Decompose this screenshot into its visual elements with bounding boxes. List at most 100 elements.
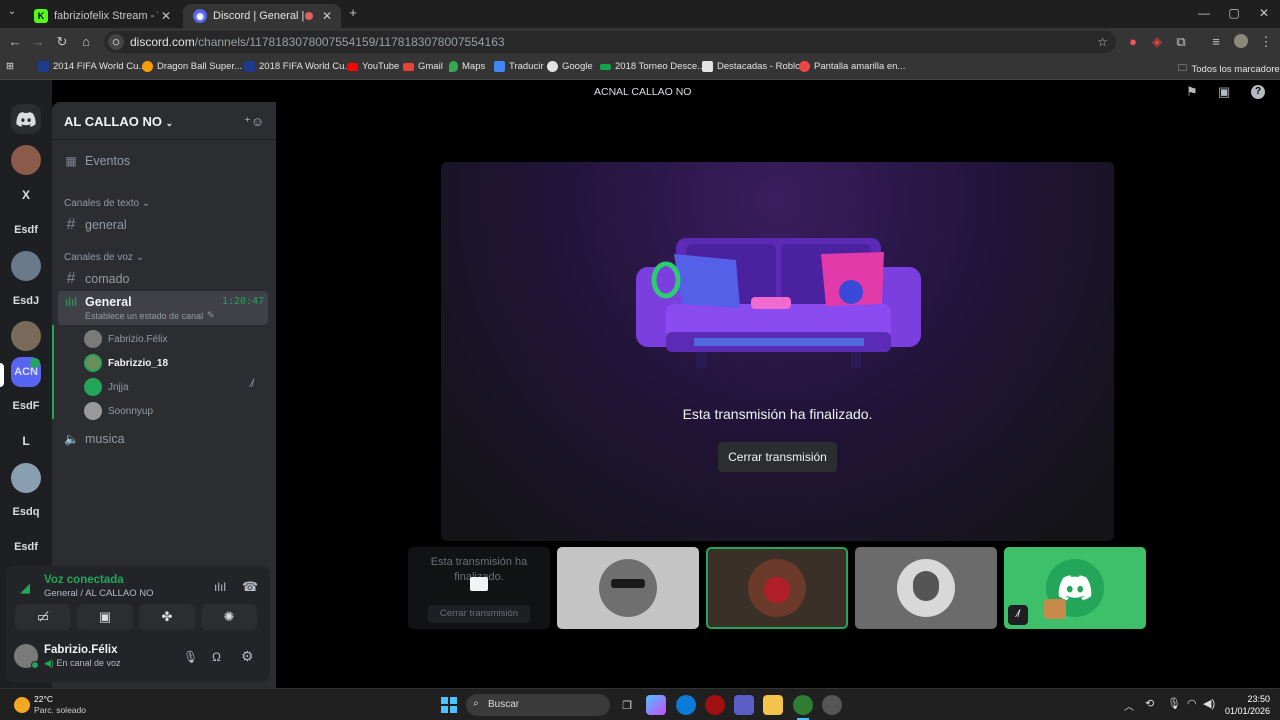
edge-icon[interactable] (676, 695, 696, 715)
apps-grid-icon[interactable]: ⊞ (6, 61, 14, 72)
server-avatar[interactable] (11, 251, 41, 281)
site-info-icon[interactable]: ⛭ (108, 34, 124, 50)
category-text[interactable]: Canales de texto ⌄ (64, 198, 150, 209)
participant-tile-speaking[interactable] (706, 547, 848, 629)
mini-stream-tile[interactable]: Esta transmisión ha finalizado. Cerrar t… (408, 547, 550, 629)
pencil-icon[interactable]: ✎ (207, 310, 215, 321)
bookmark-item[interactable]: 2014 FIFA World Cu... (38, 61, 146, 72)
reload-icon[interactable]: ↻ (53, 34, 71, 50)
tray-app-icon[interactable]: ⟲ (1145, 697, 1154, 710)
invite-user-icon[interactable]: ⁺☺ (244, 114, 264, 130)
discord-home-icon[interactable] (11, 104, 41, 134)
inbox-icon[interactable]: ▣ (1218, 84, 1230, 100)
soundboard-button[interactable]: ✺ (201, 604, 257, 630)
voice-location[interactable]: General / AL CALLAO NO (44, 588, 153, 599)
server-avatar[interactable] (11, 463, 41, 493)
flag-icon[interactable]: ⚑ (1186, 84, 1198, 100)
close-stream-button[interactable]: Cerrar transmisión (718, 442, 837, 472)
maximize-icon[interactable]: ▢ (1224, 6, 1244, 20)
activities-button[interactable]: ✤ (139, 604, 195, 630)
username[interactable]: Fabrizio.Félix (44, 644, 118, 656)
tab-close-icon[interactable]: ✕ (319, 9, 335, 23)
bookmark-item[interactable]: YouTube (347, 61, 399, 72)
copilot-icon[interactable] (646, 695, 666, 715)
voice-user[interactable]: Fabrizzio_18 (84, 354, 168, 372)
headphones-icon[interactable]: Ω (212, 650, 221, 664)
bookmark-item[interactable]: Dragon Ball Super... (142, 61, 242, 72)
home-icon[interactable]: ⌂ (77, 34, 95, 49)
noise-suppression-icon[interactable]: ılıl (214, 580, 226, 594)
channel-status[interactable]: Establece un estado de canal (85, 311, 203, 321)
voice-user[interactable]: Jnjja (84, 378, 129, 396)
volume-icon[interactable]: ◀) (1203, 697, 1215, 710)
chrome-icon[interactable] (793, 695, 813, 715)
window-close-icon[interactable]: ✕ (1254, 6, 1274, 20)
file-explorer-icon[interactable] (763, 695, 783, 715)
server-header[interactable]: AL CALLAO NO ⌄ (52, 102, 276, 140)
channel-general-text[interactable]: # general (64, 216, 127, 234)
bookmark-item[interactable]: Destacadas - Roblox (702, 61, 805, 72)
tab-discord[interactable]: ◉ Discord | General | AL CALL... ✕ (183, 4, 341, 28)
teams-icon[interactable] (734, 695, 754, 715)
server-l[interactable]: L (11, 426, 41, 456)
help-icon[interactable]: ? (1251, 85, 1265, 99)
server-avatar[interactable] (11, 321, 41, 351)
clock-time[interactable]: 23:50 (1238, 694, 1270, 704)
chrome-menu-icon[interactable]: ⋮ (1257, 34, 1275, 50)
bookmark-item[interactable]: 2018 FIFA World Cu... (244, 61, 352, 72)
events-item[interactable]: ▦ Eventos (64, 154, 130, 168)
disconnect-icon[interactable]: ☎ (242, 579, 258, 595)
wifi-icon[interactable]: ◠ (1187, 697, 1197, 710)
settings-gear-icon[interactable]: ⚙ (241, 648, 254, 665)
tray-chevron-icon[interactable]: ︿ (1124, 698, 1134, 713)
address-bar[interactable]: ⛭ discord.com /channels/1178183078007554… (104, 31, 1116, 53)
category-voice[interactable]: Canales de voz ⌄ (64, 252, 144, 263)
bookmark-item[interactable]: 2018 Torneo Desce... (600, 61, 705, 72)
server-esdf3[interactable]: Esdf (11, 532, 41, 562)
mini-close-button[interactable]: Cerrar transmisión (428, 605, 530, 623)
forward-icon[interactable]: → (29, 34, 47, 49)
connection-signal-icon[interactable]: ◢ (20, 580, 30, 596)
tray-mic-icon[interactable]: 🎙 (1167, 697, 1181, 710)
extension-fire-icon[interactable]: ● (1124, 34, 1142, 49)
server-esdf[interactable]: Esdf (11, 215, 41, 245)
app-icon[interactable] (822, 695, 842, 715)
voice-user[interactable]: Soonnyup (84, 402, 153, 420)
new-tab-button[interactable]: + (344, 5, 362, 20)
server-avatar[interactable] (11, 145, 41, 175)
microphone-icon[interactable]: 🎙 (183, 650, 198, 664)
participant-tile[interactable]: ⁄̸ (1004, 547, 1146, 629)
bookmark-item[interactable]: Pantalla amarilla en... (799, 61, 905, 72)
tab-kick-stream[interactable]: K fabriziofelix Stream - Watch Liv... ✕ (24, 4, 180, 28)
channel-musica[interactable]: 🔈 musica (64, 432, 125, 446)
extension-shield-icon[interactable]: ◈ (1148, 34, 1166, 50)
taskbar-search[interactable]: ⌕ Buscar (466, 694, 610, 716)
minimize-icon[interactable]: — (1194, 6, 1214, 20)
tab-search-icon[interactable]: ⌄ (3, 6, 21, 17)
clock-date[interactable]: 01/01/2026 (1222, 706, 1270, 716)
server-esdj[interactable]: EsdJ (11, 286, 41, 316)
all-bookmarks[interactable]: 🗀 Todos los marcadores (1178, 61, 1280, 77)
bookmark-star-icon[interactable]: ☆ (1097, 35, 1108, 49)
task-view-icon[interactable]: ❐ (617, 695, 637, 715)
screen-share-button[interactable]: ▣ (77, 604, 133, 630)
channel-comado[interactable]: # comado (64, 270, 130, 288)
media-control-icon[interactable]: ≡ (1207, 34, 1225, 49)
channel-general-voice[interactable]: ılıl General 1:20:47 Establece un estado… (58, 291, 268, 325)
bookmark-item[interactable]: Traducir (494, 61, 544, 72)
app-red-icon[interactable] (705, 695, 725, 715)
extensions-puzzle-icon[interactable]: ⧉ (1172, 34, 1190, 50)
bookmark-item[interactable]: Google (547, 61, 593, 72)
tab-close-icon[interactable]: ✕ (158, 9, 174, 23)
participant-tile[interactable] (855, 547, 997, 629)
server-x[interactable]: X (11, 180, 41, 210)
bookmark-item[interactable]: Maps (449, 61, 485, 72)
voice-user[interactable]: Fabrizio.Félix (84, 330, 167, 348)
profile-avatar[interactable] (1232, 34, 1250, 51)
participant-tile[interactable] (557, 547, 699, 629)
server-esdf2[interactable]: EsdF (11, 391, 41, 421)
windows-start-icon[interactable] (439, 695, 459, 715)
back-icon[interactable]: ← (6, 34, 24, 49)
weather-sun-icon[interactable] (14, 697, 30, 713)
bookmark-item[interactable]: Gmail (403, 61, 443, 72)
